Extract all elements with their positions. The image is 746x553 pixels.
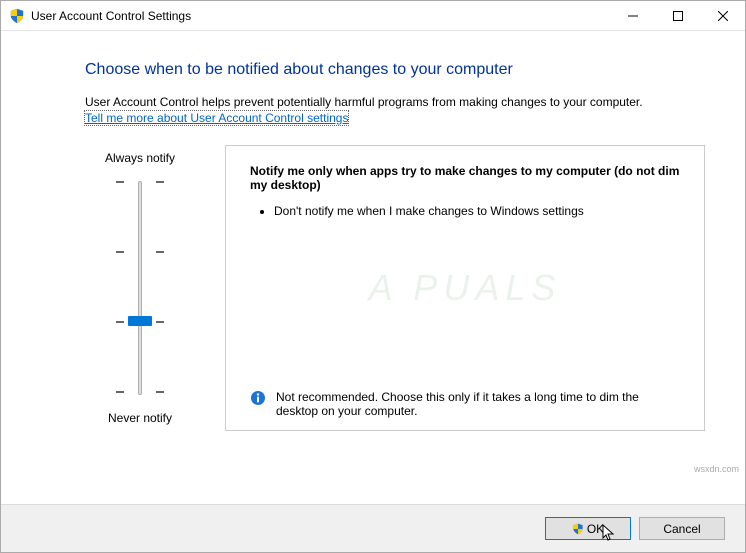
titlebar: User Account Control Settings (1, 1, 745, 31)
uac-shield-icon (9, 8, 25, 24)
minimize-button[interactable] (610, 1, 655, 30)
maximize-button[interactable] (655, 1, 700, 30)
slider-rail (138, 181, 142, 395)
slider-tick (110, 251, 170, 252)
close-button[interactable] (700, 1, 745, 30)
list-item: Don't notify me when I make changes to W… (274, 204, 680, 218)
slider-label-top: Always notify (85, 151, 195, 165)
window-title: User Account Control Settings (31, 9, 610, 23)
ok-button[interactable]: OK (545, 517, 631, 540)
watermark: A PUALS (369, 267, 562, 309)
footer: OK Cancel (1, 504, 745, 552)
info-icon (250, 390, 266, 406)
slider-thumb[interactable] (128, 316, 152, 326)
slider-tick (110, 391, 170, 392)
uac-shield-icon (572, 523, 584, 535)
content-area: Choose when to be notified about changes… (1, 31, 745, 504)
notification-slider[interactable] (110, 173, 170, 403)
page-description: User Account Control helps prevent poten… (85, 95, 705, 109)
level-bullets: Don't notify me when I make changes to W… (250, 204, 680, 224)
page-heading: Choose when to be notified about changes… (85, 61, 705, 79)
cancel-button[interactable]: Cancel (639, 517, 725, 540)
slider-tick (110, 181, 170, 182)
level-title: Notify me only when apps try to make cha… (250, 164, 680, 192)
window: User Account Control Settings Choose whe… (0, 0, 746, 553)
description-panel: A PUALS Notify me only when apps try to … (225, 145, 705, 431)
ok-label: OK (587, 522, 604, 536)
recommendation-text: Not recommended. Choose this only if it … (276, 390, 680, 418)
recommendation-row: Not recommended. Choose this only if it … (250, 380, 680, 418)
slider-column: Always notify Never notify (85, 145, 195, 431)
main-area: Always notify Never notify A PUALS Notif… (85, 145, 705, 431)
learn-more-link[interactable]: Tell me more about User Account Control … (85, 111, 348, 125)
attribution: wsxdn.com (694, 464, 739, 474)
slider-label-bottom: Never notify (85, 411, 195, 425)
